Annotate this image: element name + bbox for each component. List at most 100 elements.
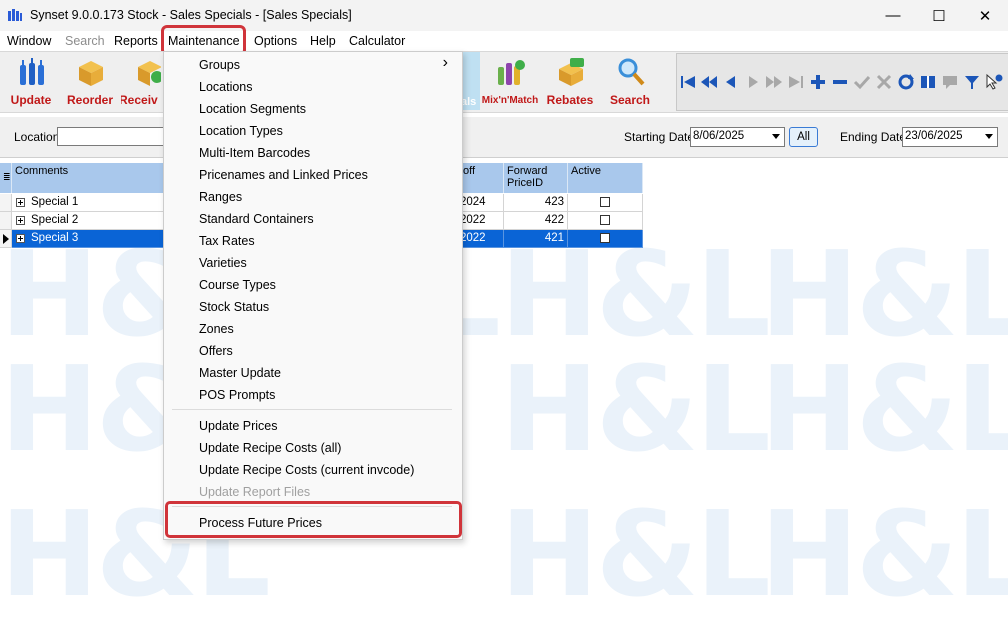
active-checkbox[interactable] xyxy=(600,197,610,207)
menu-reports[interactable]: Reports xyxy=(114,34,158,48)
delete-icon[interactable] xyxy=(831,73,849,91)
prev-icon[interactable] xyxy=(722,73,740,91)
receive-box-icon xyxy=(138,61,161,86)
menu-options[interactable]: Options xyxy=(254,34,297,48)
maximize-button[interactable]: ☐ xyxy=(916,0,962,31)
active-cell[interactable] xyxy=(568,194,643,212)
reorder-label: Reorder xyxy=(66,93,113,107)
header-priceid-line: PriceID xyxy=(507,177,544,189)
menu-item-update-recipe-costs-all[interactable]: Update Recipe Costs (all) xyxy=(199,441,341,455)
starting-date-select[interactable]: 8/06/2025 xyxy=(690,127,785,147)
menu-item-stock-status[interactable]: Stock Status xyxy=(199,300,269,314)
expand-icon[interactable] xyxy=(16,234,25,243)
cancel-icon[interactable] xyxy=(875,73,893,91)
rebate-box-icon xyxy=(559,58,584,86)
bookmark-icon[interactable] xyxy=(919,73,937,91)
menu-item-locations[interactable]: Locations xyxy=(199,80,253,94)
menu-item-course-types[interactable]: Course Types xyxy=(199,278,276,292)
off-cell[interactable]: 2024 xyxy=(460,194,504,212)
rebates-label: Rebates xyxy=(546,93,594,107)
expand-icon[interactable] xyxy=(16,216,25,225)
help-cursor-icon[interactable] xyxy=(985,73,1003,91)
location-label: Location xyxy=(14,130,60,144)
menu-item-update-prices[interactable]: Update Prices xyxy=(199,419,278,433)
last-icon[interactable] xyxy=(787,73,805,91)
comment-text: Special 3 xyxy=(31,232,79,244)
menu-item-varieties[interactable]: Varieties xyxy=(199,256,247,270)
search-button[interactable]: Search xyxy=(602,55,658,109)
maintenance-menu: Groups › Locations Location Segments Loc… xyxy=(163,51,463,540)
watermark-logo: H&L xyxy=(760,340,1008,478)
menu-window[interactable]: Window xyxy=(7,34,51,48)
comment-text: Special 1 xyxy=(31,196,79,208)
menu-calculator[interactable]: Calculator xyxy=(349,34,405,48)
row-indicator-header: ≣ xyxy=(0,163,12,193)
search-label: Search xyxy=(609,93,651,107)
rebates-button[interactable]: Rebates xyxy=(542,55,598,109)
post-icon[interactable] xyxy=(853,73,871,91)
forward-priceid-cell[interactable]: 423 xyxy=(504,194,568,212)
grid-menu-icon[interactable]: ≣ xyxy=(3,171,11,183)
column-header-active[interactable]: Active xyxy=(568,163,643,193)
menu-item-location-types[interactable]: Location Types xyxy=(199,124,283,138)
menu-item-offers[interactable]: Offers xyxy=(199,344,233,358)
column-header-off[interactable]: off xyxy=(460,163,504,193)
expand-icon[interactable] xyxy=(16,198,25,207)
bottles-icon xyxy=(20,58,44,85)
row-indicator xyxy=(0,230,12,248)
menu-item-pricenames[interactable]: Pricenames and Linked Prices xyxy=(199,168,368,182)
menu-item-groups[interactable]: Groups xyxy=(199,58,240,72)
forward-priceid-cell[interactable]: 421 xyxy=(504,230,568,248)
receive-button[interactable]: Receiv xyxy=(121,55,161,109)
next-page-icon[interactable] xyxy=(765,73,783,91)
off-cell[interactable]: 2022 xyxy=(460,230,504,248)
first-icon[interactable] xyxy=(679,73,697,91)
location-input[interactable] xyxy=(57,127,169,146)
specials-label: als xyxy=(461,96,477,108)
window-title: Synset 9.0.0.173 Stock - Sales Specials … xyxy=(30,8,352,22)
update-button[interactable]: Update xyxy=(3,55,59,109)
menu-item-update-report-files: Update Report Files xyxy=(199,485,311,499)
insert-icon[interactable] xyxy=(809,73,827,91)
menu-item-multi-item-barcodes[interactable]: Multi-Item Barcodes xyxy=(199,146,310,160)
close-button[interactable]: ✕ xyxy=(962,0,1008,31)
watermark-logo: H&L xyxy=(500,485,771,623)
ending-date-select[interactable]: 23/06/2025 xyxy=(902,127,998,147)
active-cell[interactable] xyxy=(568,212,643,230)
box-icon xyxy=(79,61,103,86)
off-cell[interactable]: 2022 xyxy=(460,212,504,230)
magnifier-icon xyxy=(618,58,645,86)
forward-priceid-cell[interactable]: 422 xyxy=(504,212,568,230)
refresh-icon[interactable] xyxy=(897,73,915,91)
active-checkbox[interactable] xyxy=(600,233,610,243)
menu-item-pos-prompts[interactable]: POS Prompts xyxy=(199,388,275,402)
menu-item-update-recipe-costs-current[interactable]: Update Recipe Costs (current invcode) xyxy=(199,463,414,477)
mixnmatch-button[interactable]: Mix'n'Match xyxy=(482,55,538,109)
menu-help[interactable]: Help xyxy=(310,34,336,48)
next-icon[interactable] xyxy=(744,73,762,91)
active-checkbox[interactable] xyxy=(600,215,610,225)
menu-item-location-segments[interactable]: Location Segments xyxy=(199,102,306,116)
filter-icon[interactable] xyxy=(963,73,981,91)
menu-item-zones[interactable]: Zones xyxy=(199,322,234,336)
comment-icon[interactable] xyxy=(941,73,959,91)
menu-item-ranges[interactable]: Ranges xyxy=(199,190,242,204)
mixnmatch-label: Mix'n'Match xyxy=(481,95,539,106)
watermark-logo: H&L xyxy=(500,340,771,478)
active-cell[interactable] xyxy=(568,230,643,248)
minimize-button[interactable]: — xyxy=(870,0,916,31)
reorder-button[interactable]: Reorder xyxy=(62,55,118,109)
process-future-prices-highlight-box xyxy=(165,501,462,538)
menu-item-master-update[interactable]: Master Update xyxy=(199,366,281,380)
menu-item-standard-containers[interactable]: Standard Containers xyxy=(199,212,314,226)
prev-page-icon[interactable] xyxy=(700,73,718,91)
mix-bottles-icon xyxy=(498,60,525,85)
current-row-arrow-icon xyxy=(3,234,9,244)
menu-item-tax-rates[interactable]: Tax Rates xyxy=(199,234,255,248)
ending-date-label: Ending Date xyxy=(840,130,907,144)
column-header-forward-priceid[interactable]: Forward PriceID xyxy=(504,163,568,193)
menu-search[interactable]: Search xyxy=(65,34,105,48)
comment-text: Special 2 xyxy=(31,214,79,226)
all-dates-button[interactable]: All xyxy=(789,127,818,147)
row-indicator xyxy=(0,194,12,212)
